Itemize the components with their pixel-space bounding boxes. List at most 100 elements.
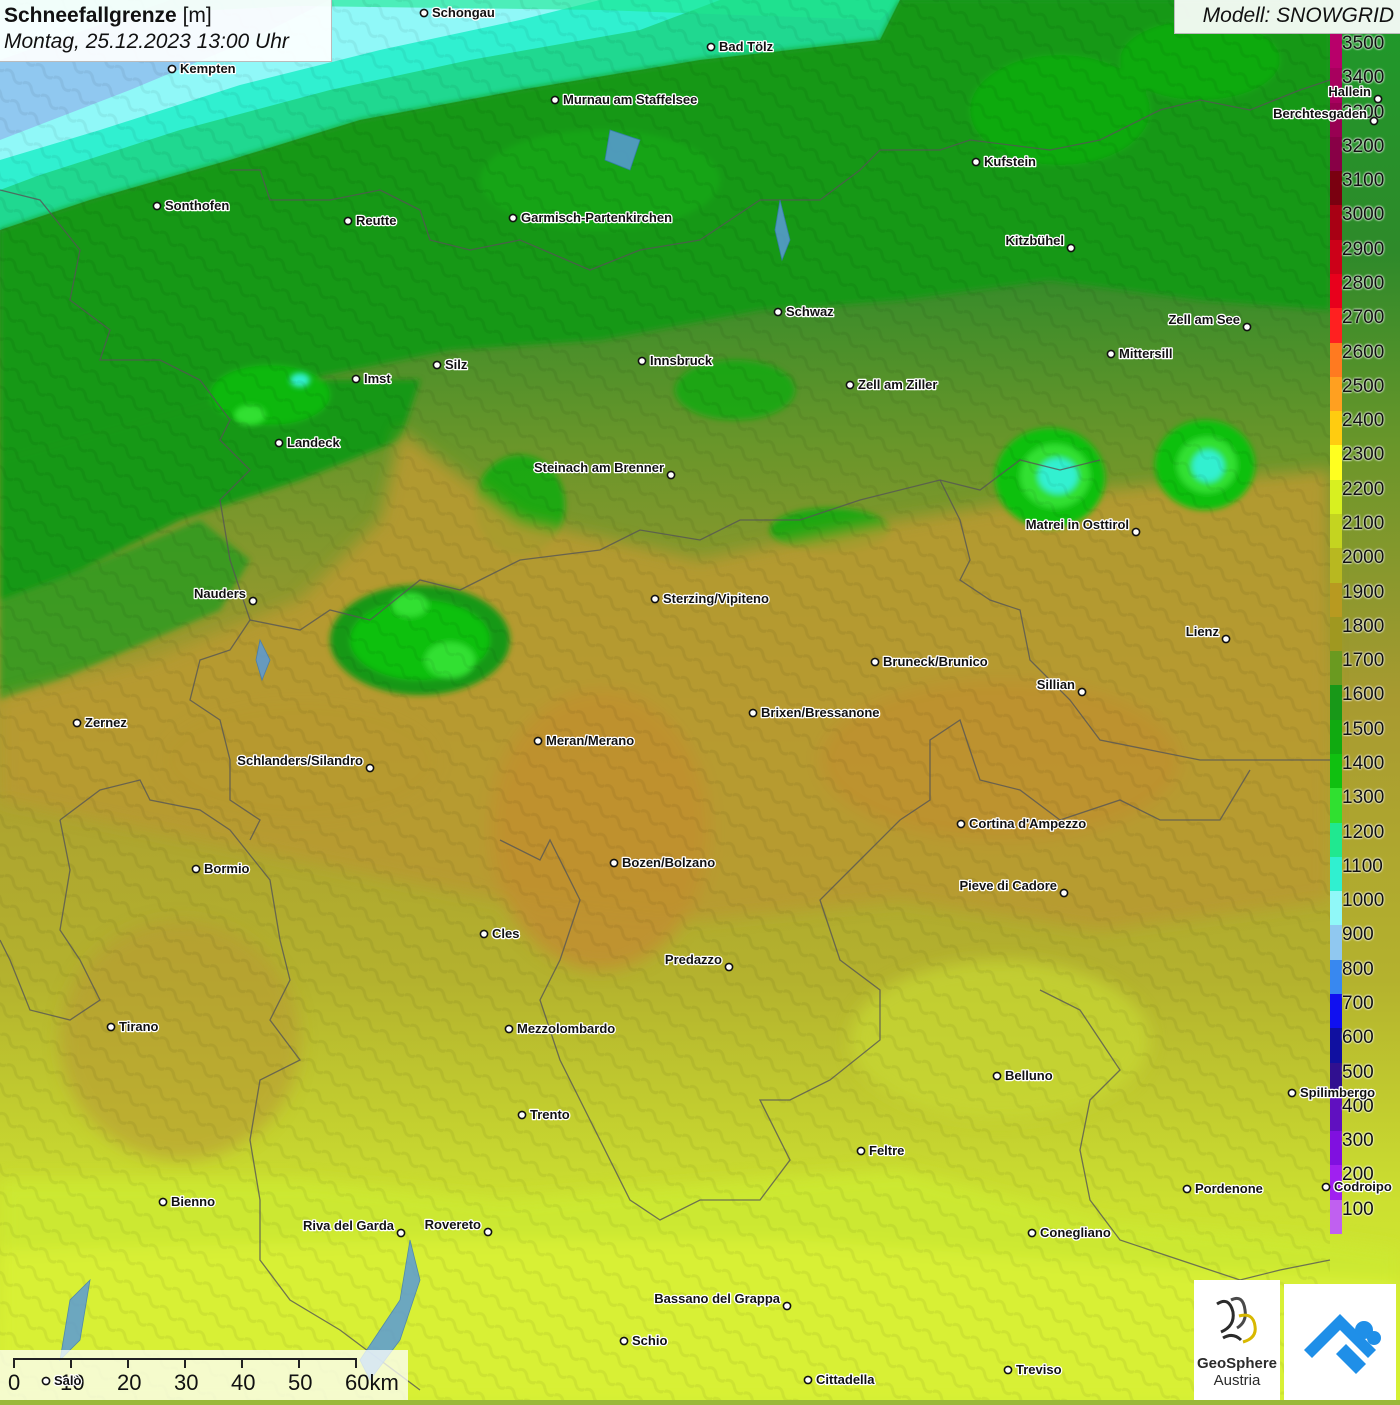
scale-tick <box>355 1358 357 1368</box>
legend-label: 1900 <box>1342 581 1385 603</box>
legend-swatch <box>1330 685 1342 721</box>
legend-label: 1600 <box>1342 684 1385 706</box>
model-label: Modell: SNOWGRID <box>1174 0 1400 34</box>
legend-label: 300 <box>1342 1130 1374 1152</box>
snowgrid-logo[interactable] <box>1284 1284 1396 1400</box>
legend-label: 1100 <box>1342 855 1383 877</box>
legend-label: 1700 <box>1342 650 1385 672</box>
legend-label: 3300 <box>1342 101 1385 123</box>
geosphere-country: Austria <box>1213 1372 1261 1389</box>
legend-color-bar <box>1330 34 1342 1235</box>
scale-tick <box>13 1358 15 1368</box>
scale-tick <box>127 1358 129 1368</box>
legend-swatch <box>1330 308 1342 344</box>
legend-label: 1400 <box>1342 753 1385 774</box>
legend-label: 1200 <box>1342 821 1385 843</box>
legend-label: 3500 <box>1342 33 1385 54</box>
map-datetime: Montag, 25.12.2023 13:00 Uhr <box>4 30 289 53</box>
legend-label: 3100 <box>1342 170 1385 192</box>
map-title: Schneefallgrenze <box>4 4 177 27</box>
legend-swatch <box>1330 822 1342 858</box>
legend-label: 800 <box>1342 958 1374 980</box>
legend-swatch <box>1330 411 1342 446</box>
map-unit: [m] <box>182 4 212 27</box>
legend-swatch <box>1330 548 1342 584</box>
legend-label: 2400 <box>1342 410 1385 432</box>
legend-label: 2600 <box>1342 341 1385 363</box>
legend-label: 700 <box>1342 993 1374 1014</box>
legend-label: 200 <box>1342 1164 1374 1186</box>
legend-swatch <box>1330 994 1342 1029</box>
legend-swatch <box>1330 102 1342 138</box>
legend-swatch <box>1330 856 1342 892</box>
terrain-relief <box>0 0 1330 1400</box>
legend-label: 2000 <box>1342 547 1385 569</box>
scale-label: 10 <box>60 1370 85 1395</box>
legend-label: 2700 <box>1342 307 1385 329</box>
legend-label: 3000 <box>1342 204 1385 226</box>
legend-swatch <box>1330 651 1342 686</box>
snowfall-limit-map <box>0 0 1400 1400</box>
scale-tick <box>184 1358 186 1368</box>
legend-label: 500 <box>1342 1061 1374 1083</box>
scale-label: 40 <box>231 1370 256 1395</box>
geosphere-icon <box>1194 1292 1280 1353</box>
legend-label: 900 <box>1342 924 1374 946</box>
legend-label: 2300 <box>1342 444 1385 466</box>
scale-tick <box>241 1358 243 1368</box>
geosphere-name: GeoSphere <box>1196 1355 1278 1372</box>
legend-swatch <box>1330 68 1342 104</box>
scale-label: 20 <box>117 1370 142 1395</box>
geosphere-logo[interactable]: GeoSphere Austria <box>1194 1280 1280 1400</box>
legend-swatch <box>1330 582 1342 618</box>
legend-swatch <box>1330 891 1342 926</box>
scale-label: 50 <box>288 1370 313 1395</box>
legend-swatch <box>1330 1199 1342 1235</box>
color-legend: 3500 3400 3300 3200 3100 3000 2900 2800 2700 2600… <box>1330 33 1400 1235</box>
legend-swatch <box>1330 136 1342 172</box>
legend-swatch <box>1330 342 1342 378</box>
legend-label: 600 <box>1342 1027 1374 1049</box>
legend-swatch <box>1330 616 1342 652</box>
legend-swatch <box>1330 925 1342 961</box>
legend-label: 400 <box>1342 1095 1374 1117</box>
legend-swatch <box>1330 445 1342 481</box>
legend-label: 1500 <box>1342 718 1385 740</box>
legend-label: 2900 <box>1342 238 1385 260</box>
legend-swatch <box>1330 1165 1342 1201</box>
legend-label: 3400 <box>1342 67 1385 89</box>
legend-swatch <box>1330 788 1342 824</box>
legend-label: 100 <box>1342 1198 1374 1220</box>
legend-label: 2500 <box>1342 375 1385 397</box>
legend-swatch <box>1330 719 1342 755</box>
scale-label: 60km <box>345 1370 399 1395</box>
legend-swatch <box>1330 1062 1342 1098</box>
legend-swatch <box>1330 171 1342 206</box>
legend-label: 1300 <box>1342 787 1385 809</box>
scale-label: 30 <box>174 1370 199 1395</box>
legend-swatch <box>1330 274 1342 309</box>
legend-swatch <box>1330 1096 1342 1132</box>
scale-tick <box>298 1358 300 1368</box>
legend-label: 2800 <box>1342 273 1385 294</box>
legend-label: 1000 <box>1342 890 1385 912</box>
legend-swatch <box>1330 239 1342 275</box>
legend-label: 2100 <box>1342 513 1385 534</box>
scale-label: 0 <box>8 1370 21 1395</box>
scale-tick <box>70 1358 72 1368</box>
legend-swatch <box>1330 514 1342 549</box>
legend-swatch <box>1330 205 1342 241</box>
legend-swatch <box>1330 479 1342 515</box>
legend-label: 1800 <box>1342 615 1385 637</box>
legend-swatch <box>1330 959 1342 995</box>
snowgrid-icon <box>1304 1314 1381 1374</box>
legend-label: 3200 <box>1342 135 1385 157</box>
legend-label: 2200 <box>1342 478 1385 500</box>
legend-swatch <box>1330 1131 1342 1166</box>
map-title-box: Schneefallgrenze [m] Montag, 25.12.2023 … <box>0 0 332 62</box>
legend-swatch <box>1330 1028 1342 1064</box>
scale-bar: 0 10 20 30 40 50 60km <box>0 1350 408 1400</box>
legend-swatch <box>1330 34 1342 69</box>
legend-swatch <box>1330 754 1342 789</box>
legend-swatch <box>1330 376 1342 412</box>
